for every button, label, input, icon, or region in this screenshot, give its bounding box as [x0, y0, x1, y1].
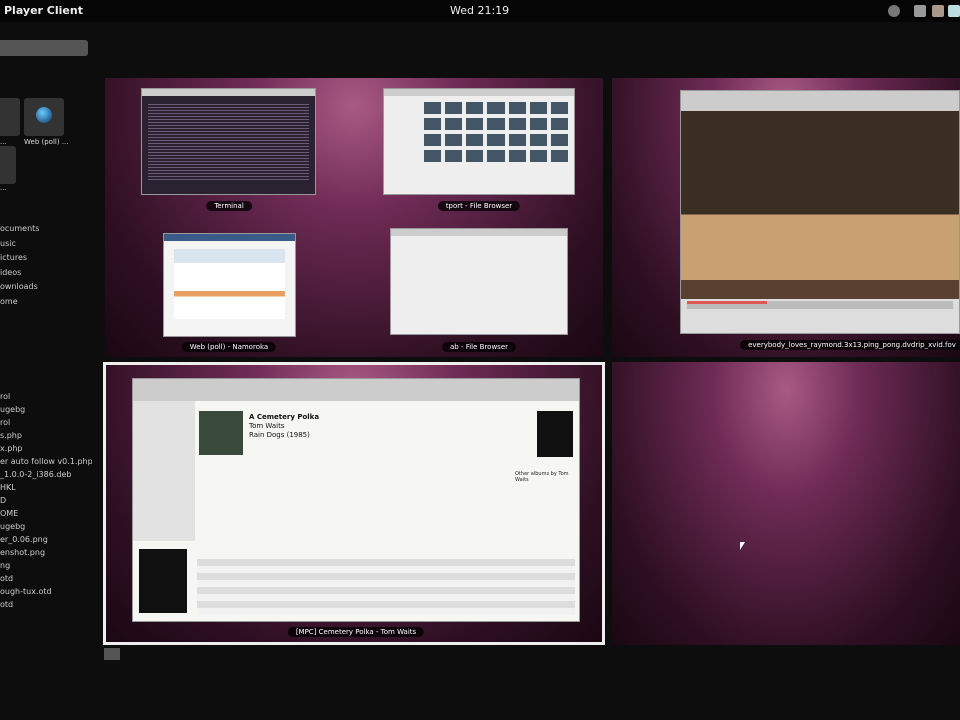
artist: Tom Waits — [249, 422, 285, 430]
recent-item[interactable]: er auto follow v0.1.php — [0, 455, 92, 468]
window-video-player[interactable] — [680, 90, 960, 334]
place-item[interactable]: usic — [0, 237, 92, 252]
mouse-cursor-icon — [740, 542, 745, 550]
app-web-poll[interactable] — [24, 98, 64, 136]
window-label: Web (poll) - Namoroka — [181, 342, 277, 352]
add-workspace-button[interactable] — [104, 648, 120, 660]
bluetooth-icon[interactable] — [888, 5, 900, 17]
other-albums-heading: Other albums by Tom Waits — [515, 471, 569, 483]
recent-item[interactable]: er_0.06.png — [0, 533, 92, 546]
app-label: ... — [0, 184, 7, 192]
app-label: Web (poll) ... — [24, 138, 69, 146]
workspace-1[interactable]: Terminal tport - File Browser Web (poll)… — [105, 78, 603, 357]
recent-item[interactable]: enshot.png — [0, 546, 92, 559]
app-icon[interactable] — [0, 98, 20, 136]
app-menu[interactable]: Player Client — [4, 4, 83, 17]
window-label: Terminal — [206, 201, 252, 211]
recent-item[interactable]: s.php — [0, 429, 92, 442]
recent-list: rol ugebg rol s.php x.php er auto follow… — [0, 390, 92, 611]
album: Rain Dogs (1985) — [249, 431, 310, 439]
window-label: everybody_loves_raymond.3x13.ping_pong.d… — [740, 340, 960, 350]
window-browser[interactable] — [163, 233, 296, 337]
recent-item[interactable]: otd — [0, 598, 92, 611]
workspace-4[interactable] — [612, 362, 960, 645]
top-bar: Player Client Wed 21:19 — [0, 0, 960, 22]
song-title: A Cemetery Polka — [249, 413, 320, 421]
battery-icon[interactable] — [932, 5, 944, 17]
recent-item[interactable]: ugebg — [0, 520, 92, 533]
playlist[interactable] — [197, 559, 575, 615]
place-item[interactable]: ictures — [0, 251, 92, 266]
recent-item[interactable]: x.php — [0, 442, 92, 455]
recent-item[interactable]: ough-tux.otd — [0, 585, 92, 598]
workspace-2[interactable]: everybody_loves_raymond.3x13.ping_pong.d… — [612, 78, 960, 357]
clock[interactable]: Wed 21:19 — [450, 4, 509, 17]
window-music-player[interactable]: A Cemetery Polka Tom Waits Rain Dogs (19… — [132, 378, 580, 622]
recent-item[interactable]: OME — [0, 507, 92, 520]
app-label: ... — [0, 138, 7, 146]
network-icon[interactable] — [914, 5, 926, 17]
video-frame[interactable] — [681, 111, 959, 299]
recent-item[interactable]: rol — [0, 390, 92, 403]
user-icon[interactable] — [948, 5, 960, 17]
window-file-browser[interactable] — [383, 88, 575, 195]
place-item[interactable]: ideos — [0, 266, 92, 281]
recent-item[interactable]: otd — [0, 572, 92, 585]
window-label: tport - File Browser — [437, 201, 521, 211]
window-label: ab - File Browser — [441, 342, 517, 352]
place-item[interactable]: ocuments — [0, 222, 92, 237]
recent-item[interactable]: rol — [0, 416, 92, 429]
window-label: [MPC] Cemetery Polka - Tom Waits — [287, 627, 425, 637]
workspace-3[interactable]: A Cemetery Polka Tom Waits Rain Dogs (19… — [103, 362, 605, 645]
places-list: ocuments usic ictures ideos ownloads ome — [0, 222, 92, 309]
search-input[interactable] — [0, 40, 88, 56]
window-file-browser-2[interactable] — [390, 228, 568, 335]
sidebar: ... Web (poll) ... ... ocuments usic ict… — [0, 22, 98, 720]
recent-item[interactable]: _1.0.0-2_i386.deb — [0, 468, 92, 481]
place-item[interactable]: ome — [0, 295, 92, 310]
recent-item[interactable]: ng — [0, 559, 92, 572]
recent-item[interactable]: D — [0, 494, 92, 507]
app-icon[interactable] — [0, 146, 16, 184]
recent-item[interactable]: ugebg — [0, 403, 92, 416]
place-item[interactable]: ownloads — [0, 280, 92, 295]
window-terminal[interactable] — [141, 88, 316, 195]
globe-icon — [36, 107, 52, 123]
recent-item[interactable]: HKL — [0, 481, 92, 494]
